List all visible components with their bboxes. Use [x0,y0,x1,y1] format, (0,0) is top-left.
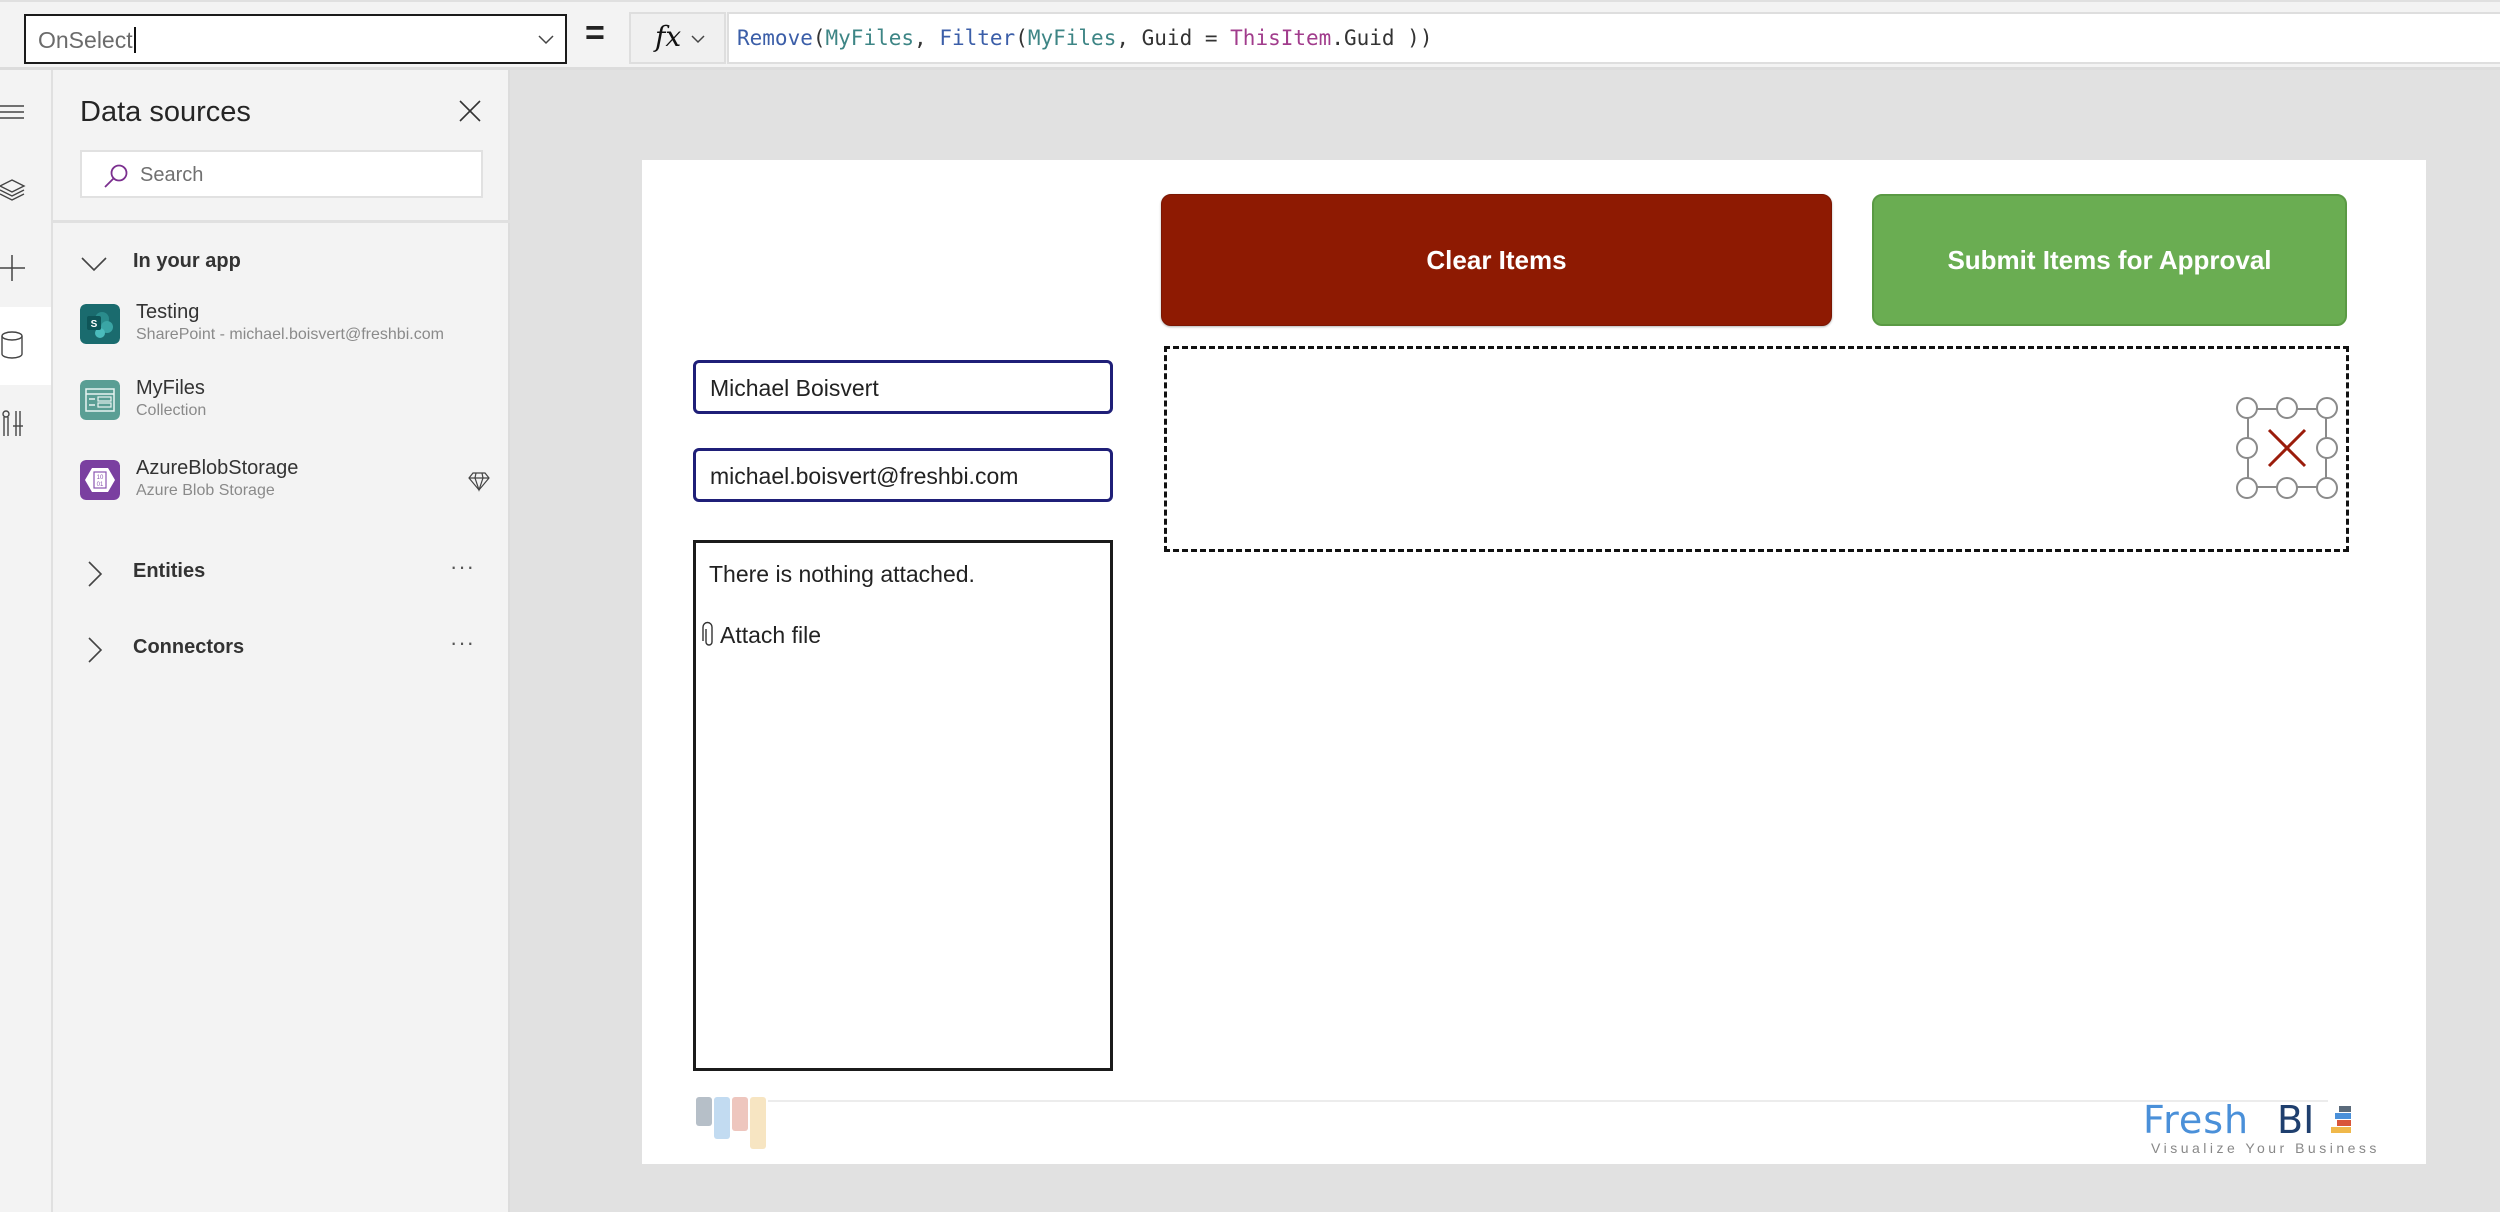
text-cursor [133,27,136,53]
plus-icon [0,255,25,281]
rail-insert-button[interactable] [0,230,51,308]
svg-text:10: 10 [97,475,104,481]
logo-stack-icon [2331,1106,2351,1133]
data-source-subtitle: Azure Blob Storage [136,482,275,499]
equals-sign: = [585,14,605,52]
freshbi-logo: Fresh BI Visualize Your Business [2143,1098,2376,1158]
resize-handle[interactable] [2276,397,2298,419]
formula-bar: OnSelect = fx Remove(MyFiles, Filter(MyF… [0,0,2500,70]
data-source-myfiles[interactable]: MyFiles Collection [80,372,500,428]
submit-items-button[interactable]: Submit Items for Approval [1872,194,2347,326]
resize-handle[interactable] [2236,477,2258,499]
formula-token: , Guid = [1116,26,1231,50]
data-sources-search[interactable] [80,150,483,198]
attach-file-button[interactable]: Attach file [702,621,821,649]
left-rail [0,70,53,1212]
data-source-name: AzureBlobStorage [136,457,299,479]
decor-bar [732,1097,748,1131]
section-label: In your app [133,250,241,272]
panel-title: Data sources [80,96,251,128]
sharepoint-icon: S [80,304,120,344]
data-source-azureblobstorage[interactable]: 10 01 AzureBlobStorage Azure Blob Storage [80,452,500,508]
rail-menu-button[interactable] [0,75,51,153]
logo-bi: BI [2277,1098,2315,1142]
chevron-down-icon [81,257,107,272]
collection-icon [80,380,120,420]
decor-bar [750,1097,766,1149]
more-options-icon[interactable]: ··· [450,630,475,656]
section-connectors[interactable]: Connectors ··· [80,628,500,668]
formula-token: ( [812,26,826,50]
chevron-down-icon [691,35,705,44]
email-input[interactable]: michael.boisvert@freshbi.com [693,448,1113,502]
resize-handle[interactable] [2316,437,2338,459]
formula-token: ( [1015,26,1028,50]
formula-token: , [914,26,940,50]
resize-handle[interactable] [2276,477,2298,499]
formula-token: .Guid )) [1331,26,1433,50]
more-options-icon[interactable]: ··· [450,554,475,580]
decor-bar [696,1097,712,1126]
rail-tools-button[interactable] [0,386,51,464]
section-label: Entities [133,560,206,582]
app-canvas: Clear Items Submit Items for Approval Mi… [642,160,2426,1164]
premium-diamond-icon [468,472,490,492]
fx-icon: fx [655,20,682,53]
formula-token: ThisItem [1230,26,1332,50]
logo-fresh: Fresh [2143,1098,2250,1142]
panel-divider [53,220,510,223]
search-icon [104,164,128,188]
resize-handle[interactable] [2236,397,2258,419]
section-label: Connectors [133,636,245,658]
data-sources-panel: Data sources In your app S Testing Share… [53,70,510,1212]
database-icon [1,331,23,359]
resize-handle[interactable] [2316,397,2338,419]
data-source-subtitle: Collection [136,402,207,419]
rail-data-button[interactable] [0,307,51,385]
decor-bar [714,1097,730,1139]
close-icon[interactable] [457,98,483,124]
resize-handle[interactable] [2316,477,2338,499]
svg-text:01: 01 [97,482,104,488]
rail-tree-view-button[interactable] [0,152,51,230]
data-source-name: MyFiles [136,377,205,399]
section-in-your-app[interactable]: In your app [80,242,500,282]
formula-token: Filter [939,26,1016,50]
property-dropdown[interactable]: OnSelect [24,14,567,64]
formula-input[interactable]: Remove(MyFiles, Filter(MyFiles, Guid = T… [727,12,2500,64]
footer-divider [768,1100,2328,1102]
attachments-empty-text: There is nothing attached. [709,561,975,587]
paperclip-icon [702,621,713,646]
fx-button[interactable]: fx [629,12,726,64]
search-input[interactable] [140,160,470,190]
hamburger-menu-icon [0,105,24,119]
data-source-subtitle: SharePoint - michael.boisvert@freshbi.co… [136,326,444,343]
layers-icon [0,179,26,201]
attach-file-label: Attach file [720,621,821,648]
cancel-icon [2267,428,2307,468]
data-source-testing[interactable]: S Testing SharePoint - michael.boisvert@… [80,296,500,352]
files-gallery[interactable] [1164,346,2349,552]
formula-token: Remove [737,26,813,50]
resize-handle[interactable] [2236,437,2258,459]
section-entities[interactable]: Entities ··· [80,552,500,592]
formula-token: MyFiles [1027,26,1117,50]
clear-items-button[interactable]: Clear Items [1161,194,1832,326]
selected-delete-icon[interactable] [2236,397,2338,499]
chevron-right-icon [88,637,103,663]
data-source-name: Testing [136,301,200,323]
property-value: OnSelect [38,27,136,54]
power-apps-studio: OnSelect = fx Remove(MyFiles, Filter(MyF… [0,0,2500,1212]
tools-icon [2,410,23,436]
formula-token: MyFiles [825,26,915,50]
logo-tagline: Visualize Your Business [2151,1140,2380,1156]
chevron-down-icon [538,35,554,45]
svg-text:S: S [91,319,98,330]
name-input[interactable]: Michael Boisvert [693,360,1113,414]
chevron-right-icon [88,561,103,587]
attachments-control: There is nothing attached. Attach file [693,540,1113,1071]
azure-blob-icon: 1001 [80,460,120,500]
